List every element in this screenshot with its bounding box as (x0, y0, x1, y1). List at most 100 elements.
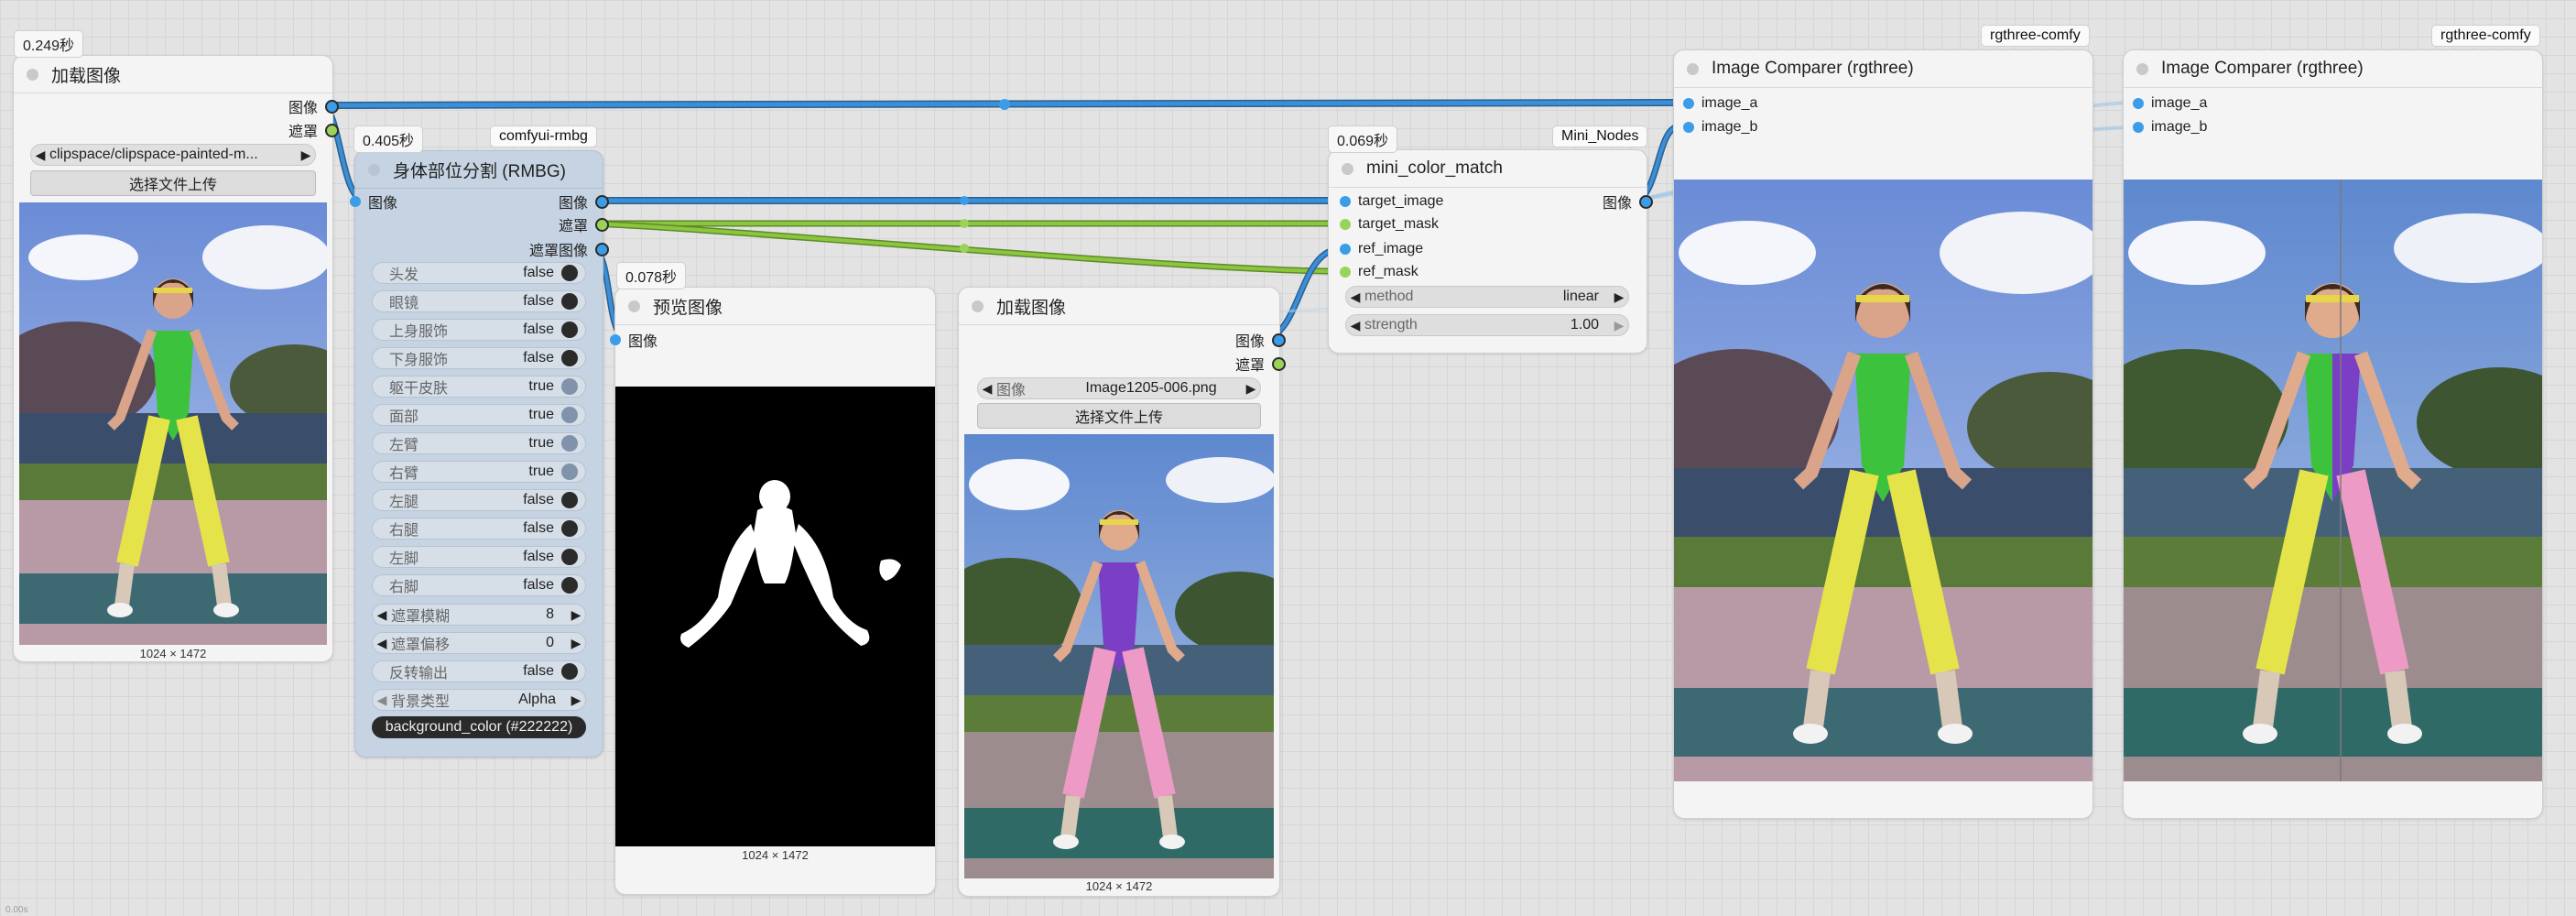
collapse-dot-icon[interactable] (628, 300, 640, 312)
load-image-node[interactable]: 加载图像 图像 遮罩 ◀ clipspace/clipspace-painted… (13, 55, 339, 662)
collapse-dot-icon[interactable] (2136, 62, 2148, 75)
next-arrow-icon[interactable]: ▶ (567, 692, 585, 708)
output-port-icon[interactable] (1639, 194, 1653, 209)
input-port-icon[interactable] (350, 196, 361, 207)
upload-button[interactable]: 选择文件上传 (30, 170, 316, 196)
input-image[interactable]: 图像 (350, 191, 405, 212)
output-mask-image[interactable]: 遮罩图像 (465, 239, 609, 259)
increment-arrow-icon[interactable]: ▶ (567, 636, 585, 651)
toggle-off-icon[interactable] (561, 492, 578, 508)
input-ref-mask[interactable]: ref_mask (1329, 262, 1426, 282)
toggle-off-icon[interactable] (561, 265, 578, 281)
toggle-off-icon[interactable] (561, 322, 578, 338)
prev-arrow-icon[interactable]: ◀ (978, 381, 996, 397)
color-match-node[interactable]: mini_color_match target_image target_mas… (1328, 149, 1653, 354)
collapse-dot-icon[interactable] (972, 300, 984, 312)
input-image-a[interactable]: image_a (2124, 93, 2214, 114)
output-mask[interactable]: 遮罩 (465, 214, 609, 234)
input-image-b[interactable]: image_b (2124, 117, 2214, 137)
decrement-arrow-icon[interactable]: ◀ (373, 636, 391, 651)
mask-offset-stepper[interactable]: ◀ 遮罩偏移 0 ▶ (372, 632, 586, 654)
comparison-image[interactable] (1674, 180, 2092, 781)
method-select[interactable]: ◀ method linear ▶ (1345, 286, 1629, 308)
preview-image-node[interactable]: 预览图像 图像 1024 × 1472 (610, 287, 936, 895)
input-port-icon[interactable] (2133, 98, 2144, 109)
input-port-icon[interactable] (1340, 267, 1351, 278)
rmbg-body-segment-node[interactable]: 身体部位分割 (RMBG) 图像 图像 遮罩 遮罩图像 头发 false 眼镜 fal… (350, 150, 609, 758)
output-image[interactable]: 图像 (465, 191, 609, 212)
output-mask[interactable]: 遮罩 (1096, 354, 1286, 374)
output-port-icon[interactable] (325, 123, 339, 137)
body-part-toggle[interactable]: 头发 false (372, 262, 586, 284)
output-image[interactable]: 图像 (1537, 191, 1653, 212)
node-title-bar[interactable]: 身体部位分割 (RMBG) (355, 151, 603, 189)
next-arrow-icon[interactable]: ▶ (1610, 289, 1628, 305)
collapse-dot-icon[interactable] (1342, 162, 1353, 175)
toggle-on-icon[interactable] (561, 378, 578, 395)
background-color-picker[interactable]: background_color (#222222) (372, 716, 586, 738)
input-port-icon[interactable] (1340, 244, 1351, 255)
node-title-bar[interactable]: 预览图像 (615, 288, 935, 325)
input-port-icon[interactable] (1340, 219, 1351, 230)
body-part-toggle[interactable]: 下身服饰 false (372, 347, 586, 369)
input-port-icon[interactable] (1683, 98, 1694, 109)
increment-arrow-icon[interactable]: ▶ (1610, 318, 1628, 333)
decrement-arrow-icon[interactable]: ◀ (1346, 318, 1364, 333)
input-port-icon[interactable] (1683, 122, 1694, 133)
body-part-toggle[interactable]: 左脚 false (372, 546, 586, 568)
toggle-off-icon[interactable] (561, 577, 578, 594)
prev-arrow-icon[interactable]: ◀ (1346, 289, 1364, 305)
body-part-toggle[interactable]: 上身服饰 false (372, 319, 586, 341)
input-port-icon[interactable] (610, 334, 621, 345)
node-title-bar[interactable]: mini_color_match (1329, 150, 1647, 188)
prev-arrow-icon[interactable]: ◀ (31, 147, 49, 163)
toggle-on-icon[interactable] (561, 435, 578, 452)
output-port-icon[interactable] (1272, 333, 1286, 347)
input-port-icon[interactable] (1340, 196, 1351, 207)
output-mask[interactable]: 遮罩 (149, 120, 339, 140)
image-comparer-node[interactable]: Image Comparer (rgthree) image_a image_b (1673, 49, 2093, 819)
body-part-toggle[interactable]: 眼镜 false (372, 290, 586, 312)
body-part-toggle[interactable]: 左腿 false (372, 489, 586, 511)
toggle-on-icon[interactable] (561, 463, 578, 480)
strength-stepper[interactable]: ◀ strength 1.00 ▶ (1345, 314, 1629, 336)
toggle-on-icon[interactable] (561, 407, 578, 423)
prev-arrow-icon[interactable]: ◀ (373, 692, 391, 708)
output-port-icon[interactable] (595, 194, 609, 209)
collapse-dot-icon[interactable] (1687, 62, 1699, 75)
toggle-off-icon[interactable] (561, 520, 578, 537)
invert-output-toggle[interactable]: 反转输出 false (372, 660, 586, 682)
body-part-toggle[interactable]: 右臂 true (372, 461, 586, 483)
output-image[interactable]: 图像 (1096, 330, 1286, 350)
upload-button[interactable]: 选择文件上传 (977, 403, 1261, 429)
load-image-node[interactable]: 加载图像 图像 遮罩 ◀ 图像 Image1205-006.png ▶ 选择文件… (958, 287, 1286, 897)
node-title-bar[interactable]: 加载图像 (959, 288, 1279, 325)
output-port-icon[interactable] (1272, 356, 1286, 371)
node-title-bar[interactable]: 加载图像 (14, 56, 332, 93)
comparison-image[interactable] (2124, 180, 2542, 781)
body-part-toggle[interactable]: 右脚 false (372, 574, 586, 596)
toggle-off-icon[interactable] (561, 350, 578, 366)
input-image-b[interactable]: image_b (1674, 117, 1765, 137)
node-title-bar[interactable]: Image Comparer (rgthree) (2124, 50, 2542, 88)
image-file-select[interactable]: ◀ clipspace/clipspace-painted-m... ▶ (30, 144, 316, 166)
image-file-select[interactable]: ◀ 图像 Image1205-006.png ▶ (977, 377, 1261, 399)
toggle-off-icon[interactable] (561, 663, 578, 680)
input-image[interactable]: 图像 (610, 330, 665, 350)
collapse-dot-icon[interactable] (27, 68, 38, 81)
input-image-a[interactable]: image_a (1674, 93, 1765, 114)
body-part-toggle[interactable]: 左臂 true (372, 432, 586, 454)
decrement-arrow-icon[interactable]: ◀ (373, 607, 391, 623)
body-part-toggle[interactable]: 面部 true (372, 404, 586, 426)
input-target-mask[interactable]: target_mask (1329, 214, 1446, 234)
input-port-icon[interactable] (2133, 122, 2144, 133)
output-port-icon[interactable] (595, 217, 609, 232)
next-arrow-icon[interactable]: ▶ (297, 147, 315, 163)
input-target-image[interactable]: target_image (1329, 191, 1451, 212)
background-type-select[interactable]: ◀ 背景类型 Alpha ▶ (372, 689, 586, 711)
collapse-dot-icon[interactable] (368, 163, 380, 176)
increment-arrow-icon[interactable]: ▶ (567, 607, 585, 623)
node-title-bar[interactable]: Image Comparer (rgthree) (1674, 50, 2092, 88)
input-ref-image[interactable]: ref_image (1329, 239, 1430, 259)
output-port-icon[interactable] (325, 99, 339, 114)
